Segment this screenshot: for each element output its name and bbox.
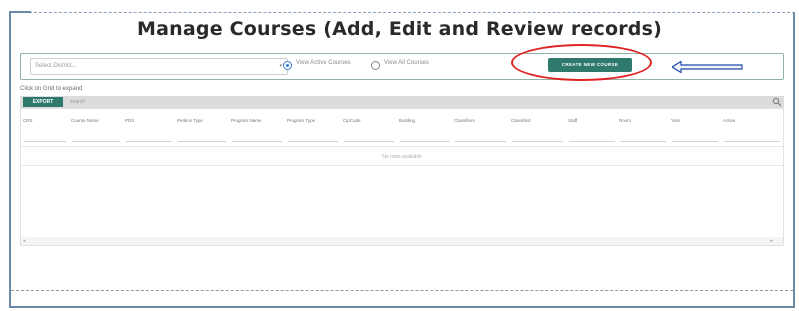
column-filter-input[interactable] xyxy=(232,141,282,142)
column-filter-input[interactable] xyxy=(672,141,718,142)
highlight-circle xyxy=(511,44,652,81)
column-filter-input[interactable] xyxy=(344,141,394,142)
row-separator xyxy=(21,165,783,166)
frame-divider xyxy=(11,290,793,291)
column-header[interactable]: Classified xyxy=(511,118,531,123)
no-rows-message: No rows available xyxy=(382,154,422,160)
search-icon[interactable] xyxy=(772,97,782,107)
column-filter-input[interactable] xyxy=(620,141,666,142)
column-header[interactable]: Building xyxy=(399,118,415,123)
column-filter-input[interactable] xyxy=(126,141,172,142)
column-filter-input[interactable] xyxy=(178,141,226,142)
radio-view-all[interactable] xyxy=(371,61,380,70)
column-header[interactable]: Program Name xyxy=(231,118,262,123)
column-header[interactable]: Program Type xyxy=(287,118,315,123)
radio-view-active[interactable] xyxy=(283,61,292,70)
column-filter-input[interactable] xyxy=(724,141,780,142)
district-select-placeholder: Select District... xyxy=(35,63,77,69)
chevron-down-icon: ▾ xyxy=(279,63,282,69)
radio-view-all-label[interactable]: View All Courses xyxy=(384,60,429,66)
radio-view-active-label[interactable]: View Active Courses xyxy=(296,60,351,66)
column-header[interactable]: CRS xyxy=(23,118,33,123)
grid-search-input[interactable]: search xyxy=(70,97,85,107)
scroll-left-icon[interactable]: ◂ xyxy=(23,237,26,245)
column-header[interactable]: Course Name xyxy=(71,118,99,123)
column-filter-input[interactable] xyxy=(288,141,338,142)
column-header[interactable]: Room xyxy=(619,118,631,123)
column-filter-input[interactable] xyxy=(512,141,563,142)
column-header[interactable]: PDS xyxy=(125,118,134,123)
pointer-arrow-icon xyxy=(672,61,743,73)
column-header[interactable]: Staff xyxy=(568,118,577,123)
filter-bar: Select District... ▾ View Active Courses… xyxy=(20,53,784,80)
grid-toolbar: EXPORT search xyxy=(20,96,784,108)
scroll-right-icon[interactable]: ▸ xyxy=(770,237,773,245)
column-filter-input[interactable] xyxy=(400,141,450,142)
column-header[interactable]: CipCode xyxy=(343,118,361,123)
column-filter-input[interactable] xyxy=(455,141,506,142)
column-header[interactable]: Active xyxy=(723,118,735,123)
column-filter-input[interactable] xyxy=(24,141,66,142)
column-filter-input[interactable] xyxy=(569,141,615,142)
row-separator xyxy=(21,146,783,147)
grid-hint: Click on Grid to expand xyxy=(20,86,83,92)
horizontal-scrollbar[interactable]: ◂ ▸ xyxy=(21,237,783,245)
column-header[interactable]: Perkins Type xyxy=(177,118,203,123)
column-header[interactable]: Classifiers xyxy=(454,118,475,123)
frame-corner xyxy=(9,11,31,13)
courses-grid[interactable]: CRS Course Name PDS Perkins Type Program… xyxy=(20,108,784,246)
export-button[interactable]: EXPORT xyxy=(23,97,63,107)
district-select[interactable]: Select District... ▾ xyxy=(30,58,288,75)
column-filter-input[interactable] xyxy=(72,141,120,142)
column-header[interactable]: Year xyxy=(671,118,680,123)
page-title: Manage Courses (Add, Edit and Review rec… xyxy=(137,18,662,40)
